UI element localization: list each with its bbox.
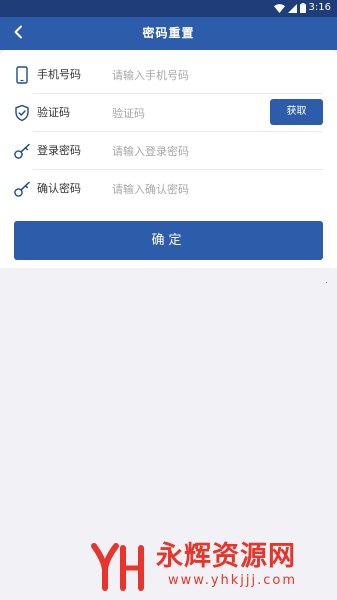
app-bar: 密码重置 [0, 17, 337, 50]
confirm-button[interactable]: 确定 [14, 221, 323, 260]
login-password-input[interactable] [110, 141, 264, 161]
phone-input[interactable] [110, 65, 264, 85]
login-password-label: 登录密码 [37, 144, 81, 157]
signal-icon [287, 3, 297, 13]
reset-form-card: 手机号码 验证码 获取 登录密码 确认密码 确定 [0, 50, 337, 268]
phone-row: 手机号码 [0, 56, 337, 94]
verify-code-input[interactable] [110, 103, 254, 123]
shield-check-icon [13, 104, 31, 122]
confirm-password-label: 确认密码 [37, 182, 81, 195]
stray-dot [326, 282, 327, 283]
phone-label: 手机号码 [37, 68, 81, 81]
page-title: 密码重置 [142, 26, 195, 40]
battery-icon [299, 3, 306, 13]
watermark-url: www.yhkjjj.com [168, 573, 298, 588]
status-time: 3:16 [308, 2, 331, 13]
watermark: 永辉资源网 www.yhkjjj.com [90, 538, 320, 594]
verify-code-label: 验证码 [37, 106, 70, 119]
key-icon [13, 180, 31, 198]
key-icon [13, 142, 31, 160]
confirm-password-input[interactable] [110, 179, 264, 199]
watermark-name: 永辉资源网 [156, 541, 296, 572]
phone-icon [13, 66, 31, 84]
status-bar: 3:16 [0, 0, 337, 17]
get-code-button[interactable]: 获取 [270, 99, 323, 125]
status-icons: 3:16 [273, 2, 331, 14]
confirm-password-row: 确认密码 [0, 170, 337, 208]
wifi-icon [273, 3, 285, 13]
watermark-logo-icon [90, 540, 148, 592]
verify-code-row: 验证码 获取 [0, 94, 337, 132]
login-password-row: 登录密码 [0, 132, 337, 170]
